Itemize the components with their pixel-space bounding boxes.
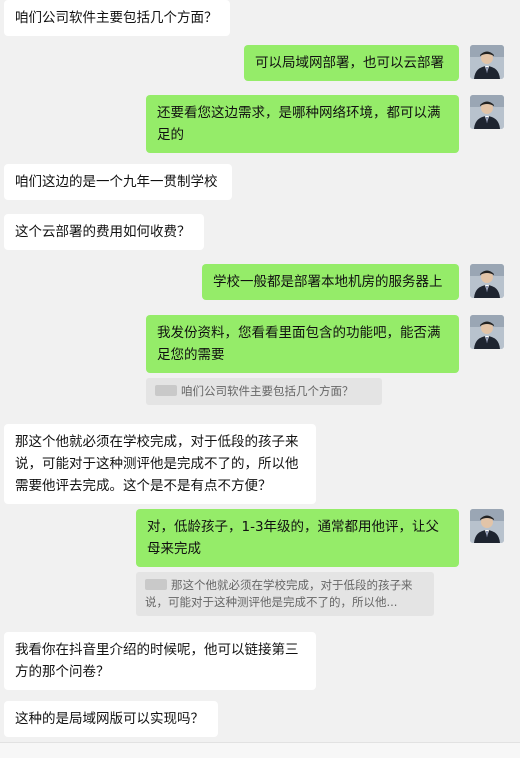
avatar-icon [470, 264, 504, 298]
incoming-message[interactable]: 我看你在抖音里介绍的时候呢，他可以链接第三方的那个问卷？ [4, 632, 316, 690]
incoming-message[interactable]: 咱们公司软件主要包括几个方面？ [4, 0, 230, 36]
user-avatar[interactable] [470, 264, 504, 298]
outgoing-message[interactable]: 我发份资料，您看看里面包含的功能吧，能否满足您的需要 [146, 315, 459, 373]
incoming-message[interactable]: 咱们这边的是一个九年一贯制学校 [4, 164, 232, 200]
user-avatar[interactable] [470, 95, 504, 129]
user-avatar[interactable] [470, 509, 504, 543]
user-avatar[interactable] [470, 45, 504, 79]
quoted-message[interactable]: 那这个他就必须在学校完成，对于低段的孩子来说，可能对于这种测评他是完成不了的，所… [136, 572, 434, 616]
outgoing-message[interactable]: 学校一般都是部署本地机房的服务器上 [202, 264, 459, 300]
incoming-message[interactable]: 这个云部署的费用如何收费？ [4, 214, 204, 250]
avatar-icon [470, 509, 504, 543]
avatar-icon [470, 95, 504, 129]
avatar-icon [470, 45, 504, 79]
quote-text: 咱们公司软件主要包括几个方面？ [181, 384, 354, 398]
avatar-icon [470, 315, 504, 349]
quote-sender-name [145, 579, 167, 590]
user-avatar[interactable] [470, 315, 504, 349]
outgoing-message[interactable]: 对，低龄孩子，1-3年级的，通常都用他评，让父母来完成 [136, 509, 459, 567]
quoted-message[interactable]: 咱们公司软件主要包括几个方面？ [146, 378, 382, 405]
outgoing-message[interactable]: 还要看您这边需求，是哪种网络环境，都可以满足的 [146, 95, 459, 153]
quote-text: 那这个他就必须在学校完成，对于低段的孩子来说，可能对于这种测评他是完成不了的，所… [145, 578, 413, 609]
input-toolbar[interactable] [0, 742, 520, 758]
incoming-message[interactable]: 那这个他就必须在学校完成，对于低段的孩子来说，可能对于这种测评他是完成不了的，所… [4, 424, 316, 504]
incoming-message[interactable]: 这种的是局域网版可以实现吗？ [4, 701, 218, 737]
outgoing-message[interactable]: 可以局域网部署，也可以云部署 [244, 45, 459, 81]
quote-sender-name [155, 385, 177, 396]
